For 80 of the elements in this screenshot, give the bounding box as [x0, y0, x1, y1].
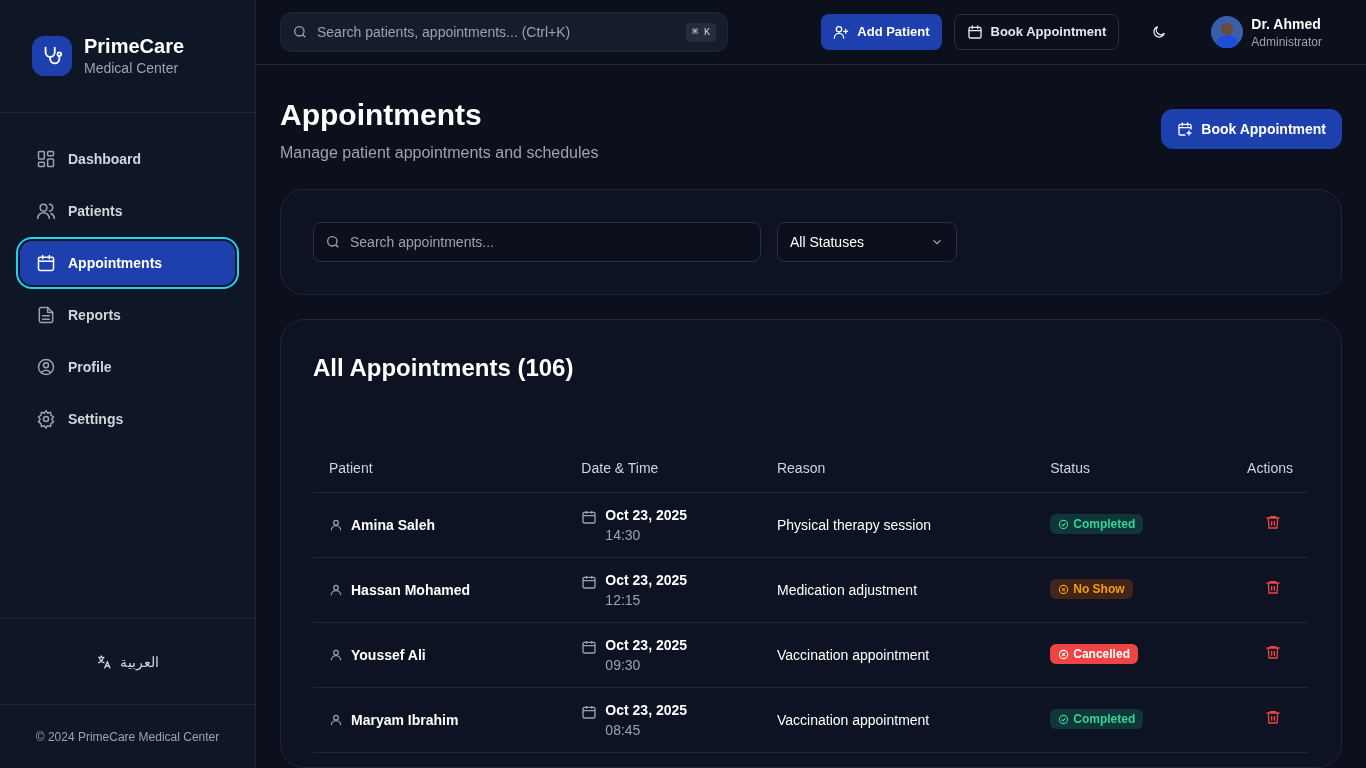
appointment-time: 08:45 [605, 720, 642, 740]
patient-name: Hassan Mohamed [351, 580, 471, 600]
user-circle-icon [36, 357, 56, 377]
status-dropdown[interactable]: All Statuses [777, 222, 957, 262]
moon-icon [1151, 24, 1168, 40]
search-icon [292, 24, 308, 40]
book-appointment-button[interactable]: Book Appointment [1161, 109, 1342, 149]
patient-name: Amina Saleh [351, 515, 436, 535]
status-badge: Completed [1050, 514, 1144, 535]
status-badge: No Show [1050, 579, 1133, 600]
search-icon [325, 234, 341, 250]
check-circle-icon [1058, 713, 1070, 725]
users-icon [36, 201, 56, 221]
translate-icon [96, 653, 112, 670]
delete-button[interactable] [1265, 514, 1281, 530]
grid-icon [36, 149, 56, 169]
language-button[interactable]: العربية [96, 651, 159, 672]
calendar-icon [581, 638, 598, 655]
calendar-icon [36, 253, 56, 273]
table-title: All Appointments (106) [313, 353, 575, 383]
user-role: Administrator [1251, 34, 1322, 50]
patient-name: Youssef Ali [351, 645, 426, 665]
trash-icon [1265, 579, 1281, 595]
calendar-plus-icon [1177, 121, 1194, 137]
check-circle-icon [1058, 518, 1070, 530]
trash-icon [1265, 709, 1281, 725]
column-header: Date & Time [565, 444, 761, 492]
circle-x-icon [1058, 648, 1070, 660]
appointment-reason: Vaccination appointment [776, 646, 930, 663]
delete-button[interactable] [1265, 579, 1281, 595]
calendar-icon [581, 573, 598, 590]
page-title: Appointments [280, 97, 483, 133]
page-subtitle: Manage patient appointments and schedules [280, 143, 599, 163]
sidebar-item[interactable]: Dashboard [20, 137, 235, 181]
patient-name: Maryam Ibrahim [351, 710, 459, 730]
appointment-reason: Vaccination appointment [776, 711, 930, 728]
user-name: Dr. Ahmed [1251, 15, 1322, 34]
calendar-icon [581, 508, 598, 525]
user-plus-icon [833, 24, 850, 40]
appointment-date: Oct 23, 2025 [605, 570, 688, 590]
appointment-search-field[interactable]: Search appointments... [313, 222, 761, 262]
appointment-date: Oct 23, 2025 [605, 635, 688, 655]
appointment-reason: Physical therapy session [776, 516, 932, 533]
calendar-icon [581, 703, 598, 720]
status-badge: Completed [1050, 709, 1144, 730]
circle-x-icon [1058, 583, 1070, 595]
trash-icon [1265, 644, 1281, 660]
calendar-icon [966, 24, 983, 40]
trash-icon [1265, 514, 1281, 530]
appointment-time: 14:30 [605, 525, 642, 545]
appointment-time: 12:15 [605, 590, 642, 610]
status-badge: Cancelled [1050, 644, 1138, 665]
delete-button[interactable] [1265, 709, 1281, 725]
column-header: Reason [760, 444, 1035, 492]
avatar-icon[interactable] [1211, 16, 1244, 48]
delete-button[interactable] [1265, 644, 1281, 660]
book-appointment-button[interactable]: Book Appointment [953, 14, 1120, 50]
brand-name: PrimeCare [84, 34, 185, 58]
sidebar-item[interactable]: Profile [20, 345, 235, 389]
stethoscope-icon [32, 36, 72, 76]
user-icon [329, 647, 343, 662]
column-header: Actions [1209, 444, 1309, 492]
user-icon [329, 582, 343, 597]
copyright-text: © 2024 PrimeCare Medical Center [35, 728, 220, 745]
appointment-date: Oct 23, 2025 [605, 700, 688, 720]
appointment-reason: Medication adjustment [776, 581, 918, 598]
appointment-time: 09:30 [605, 655, 642, 675]
document-icon [36, 305, 56, 325]
user-icon [329, 517, 343, 532]
sidebar-item[interactable]: Patients [20, 189, 235, 233]
column-header: Status [1034, 444, 1210, 492]
brand-subtitle: Medical Center [84, 59, 180, 78]
appointment-date: Oct 23, 2025 [605, 505, 688, 525]
sidebar-item[interactable]: Settings [20, 397, 235, 441]
settings-icon [36, 409, 56, 429]
column-header: Patient [313, 444, 566, 492]
add-patient-button[interactable]: Add Patient [821, 14, 942, 50]
shortcut-key: ⌘ K [685, 23, 716, 42]
user-icon [329, 712, 343, 727]
sidebar-item[interactable]: Reports [20, 293, 235, 337]
